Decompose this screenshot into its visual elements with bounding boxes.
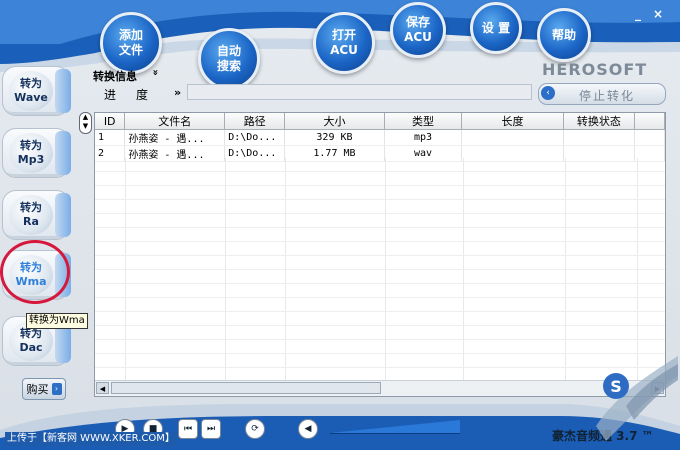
- cell-size: 329 KB: [284, 129, 385, 146]
- column-header[interactable]: 转换状态: [563, 113, 636, 130]
- buy-label: 购买: [26, 383, 49, 396]
- next-icon[interactable]: ⏭: [201, 419, 221, 439]
- convert-mp3-button[interactable]: 转为 Mp3: [2, 128, 71, 178]
- tooltip: 转换为Wma: [26, 313, 88, 329]
- stop-conversion-label: 停止转化: [579, 89, 636, 103]
- watermark-letter: S: [610, 377, 622, 396]
- column-header[interactable]: 文件名: [124, 113, 226, 130]
- app-window: _ × 添加 文件 自动 搜索 打开 ACU 保存 ACU 设 置 帮助 转为 …: [0, 0, 680, 450]
- highlight-circle: [0, 240, 70, 304]
- convert-wave-label: 转为 Wave: [9, 71, 53, 111]
- scroll-thumb[interactable]: [111, 382, 381, 394]
- cell-status: [563, 129, 636, 146]
- column-header: [634, 113, 665, 130]
- column-header[interactable]: 大小: [284, 113, 385, 130]
- convert-ra-label: 转为 Ra: [9, 195, 53, 235]
- empty-grid: [95, 158, 665, 382]
- scroll-updown-icon[interactable]: ▲ ▼: [79, 112, 92, 134]
- column-header[interactable]: 类型: [384, 113, 463, 130]
- arrow-right-icon: ›: [51, 383, 62, 395]
- help-button[interactable]: 帮助: [537, 8, 591, 62]
- arrow-left-icon: ‹: [541, 86, 555, 100]
- collapse-chevron-icon[interactable]: »: [150, 69, 161, 75]
- horizontal-scrollbar[interactable]: ◀ ▶: [95, 380, 665, 396]
- auto-search-button[interactable]: 自动 搜索: [198, 28, 260, 90]
- progress-chevron-icon: »: [174, 86, 182, 99]
- cell-length: [461, 129, 564, 146]
- close-button[interactable]: ×: [652, 8, 664, 20]
- minimize-button[interactable]: _: [632, 8, 644, 20]
- scroll-left-icon[interactable]: ◀: [96, 382, 109, 394]
- column-header[interactable]: 长度: [461, 113, 564, 130]
- convert-wave-button[interactable]: 转为 Wave: [2, 66, 71, 116]
- open-acu-button[interactable]: 打开 ACU: [313, 12, 375, 74]
- file-table: ID 文件名 路径 大小 类型 长度 转换状态 1 孙燕姿 - 遇... D:\…: [94, 112, 666, 397]
- volume-slider[interactable]: [330, 420, 460, 434]
- table-header: ID 文件名 路径 大小 类型 长度 转换状态: [95, 113, 665, 130]
- cell-path: D:\Do...: [224, 129, 286, 146]
- previous-icon[interactable]: ⏮: [178, 419, 198, 439]
- upload-credit: 上传于【新客网 WWW.XKER.COM】: [5, 432, 177, 446]
- loop-icon[interactable]: ⟳: [245, 419, 265, 439]
- column-header[interactable]: ID: [95, 113, 126, 130]
- convert-mp3-label: 转为 Mp3: [9, 133, 53, 173]
- brand-logo: HEROSOFT: [542, 60, 648, 79]
- progress-label: 进度: [104, 88, 169, 102]
- buy-button[interactable]: 购买 ›: [22, 378, 66, 400]
- site-watermark-logo: S: [596, 356, 678, 441]
- volume-icon[interactable]: ◀: [298, 419, 318, 439]
- convert-ra-button[interactable]: 转为 Ra: [2, 190, 71, 240]
- save-acu-button[interactable]: 保存 ACU: [390, 2, 446, 58]
- progress-bar: [187, 84, 532, 100]
- stop-conversion-button[interactable]: ‹ 停止转化: [538, 83, 666, 105]
- conversion-info-label: 转换信息: [93, 70, 137, 83]
- table-row[interactable]: 1 孙燕姿 - 遇... D:\Do... 329 KB mp3: [95, 129, 665, 146]
- cell-type: mp3: [384, 129, 463, 146]
- cell-empty: [634, 129, 665, 146]
- cell-filename: 孙燕姿 - 遇...: [124, 129, 226, 146]
- add-file-button[interactable]: 添加 文件: [100, 12, 162, 74]
- settings-button[interactable]: 设 置: [470, 2, 522, 54]
- column-header[interactable]: 路径: [224, 113, 286, 130]
- cell-id: 1: [95, 129, 126, 146]
